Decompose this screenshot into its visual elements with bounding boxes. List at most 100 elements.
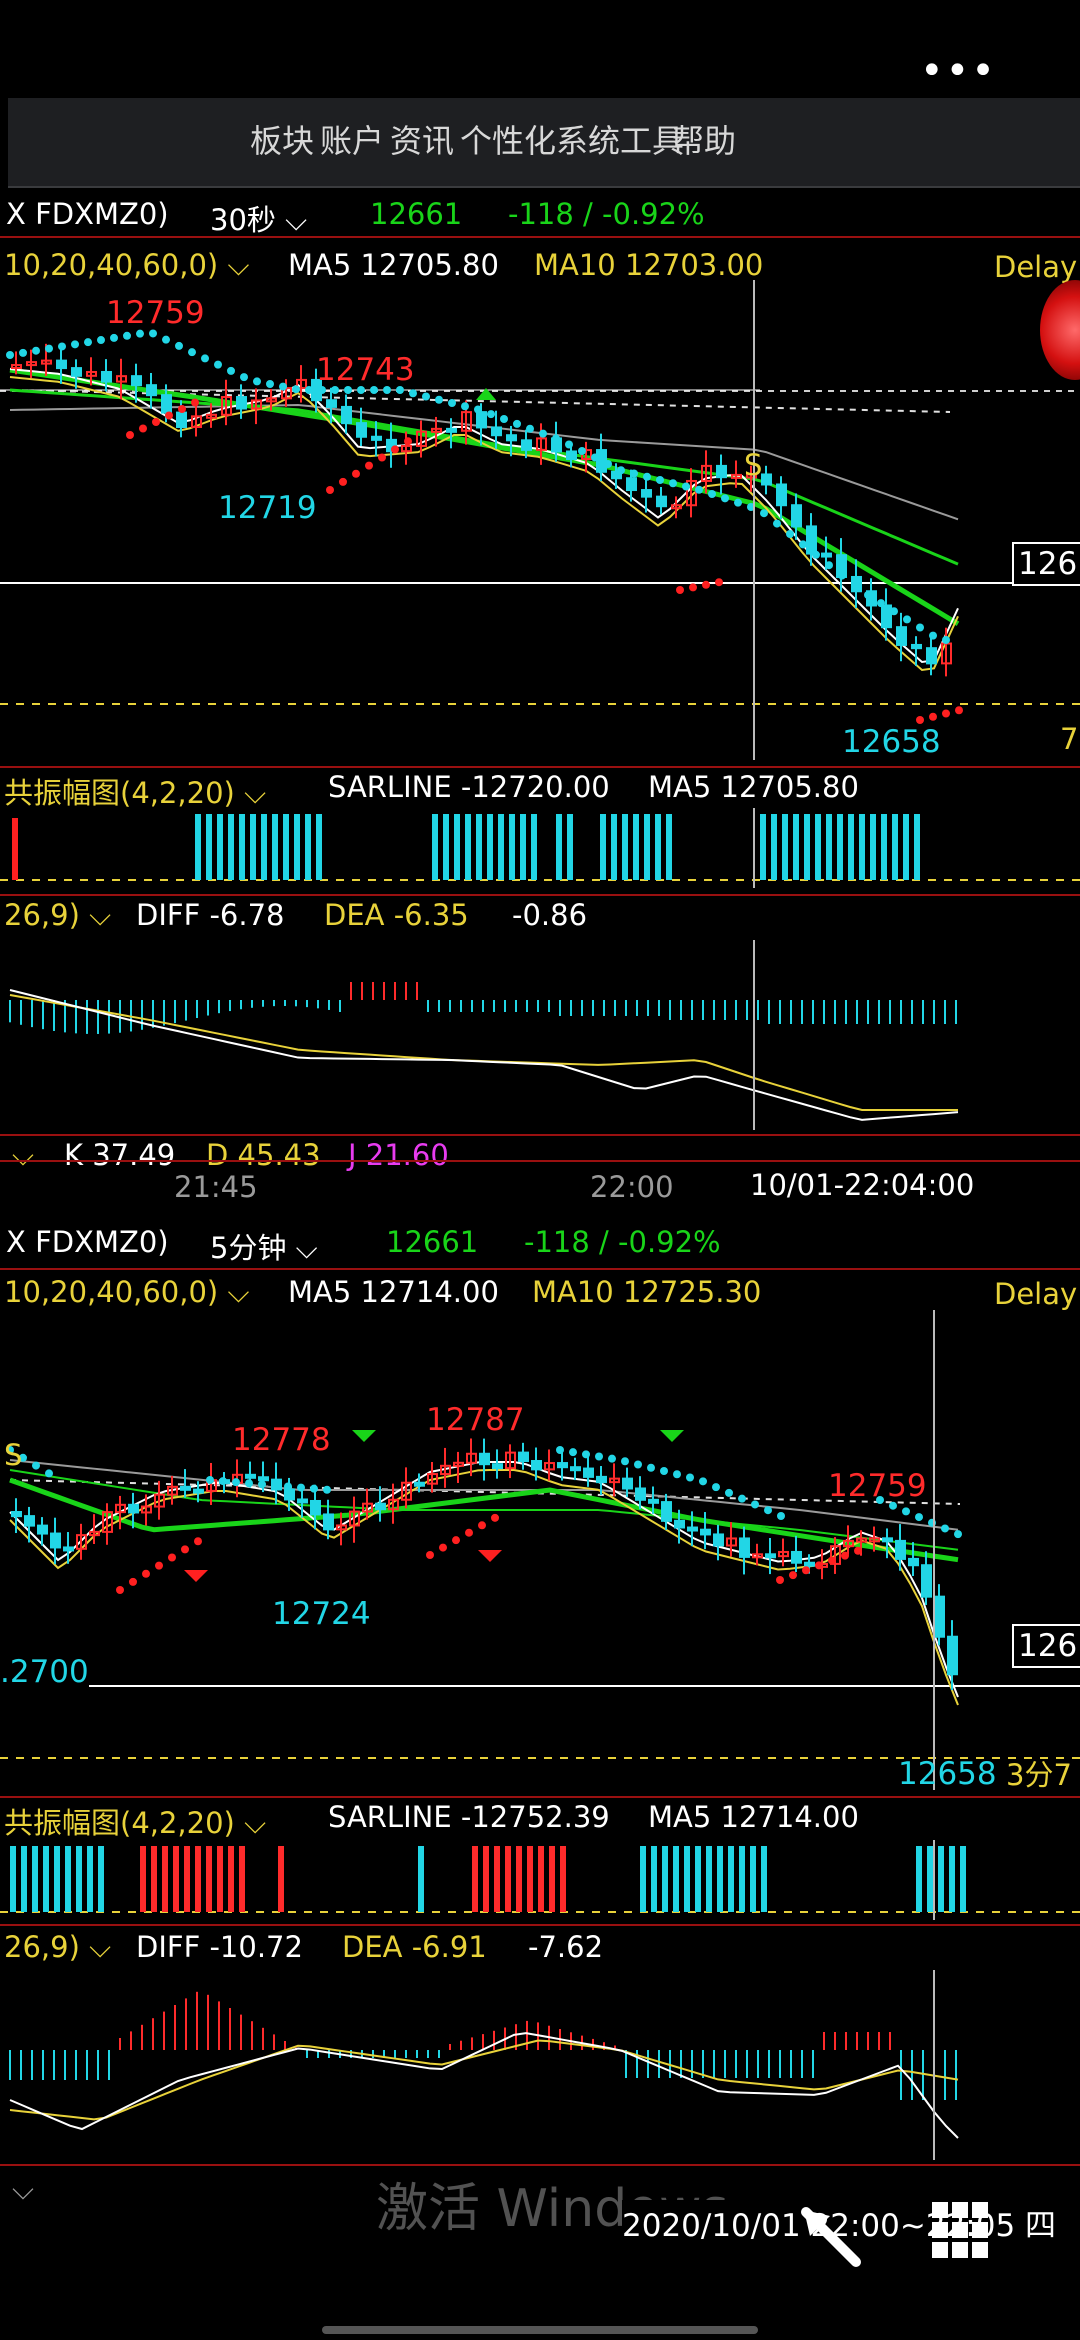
- candle: [24, 1515, 35, 1527]
- candlestick-chart-5m[interactable]: [0, 1310, 1080, 1790]
- sar-dot: [500, 415, 508, 423]
- candle: [622, 1477, 633, 1490]
- indicator-selector[interactable]: 共振幅图(4,2,20) ⌵: [4, 770, 266, 812]
- top-menu-bar: 板块 账户 资讯 个性化 系统工具 帮助: [8, 98, 1080, 188]
- sar-dot: [877, 599, 885, 608]
- candle: [716, 464, 727, 479]
- price-axis-label: 126: [1012, 1624, 1080, 1668]
- ma-params[interactable]: 10,20,40,60,0) ⌵: [4, 1275, 249, 1310]
- sar-dot: [526, 424, 534, 433]
- kdj-d-value: D 45.43: [206, 1138, 321, 1172]
- menu-item-account[interactable]: 账户: [320, 116, 384, 162]
- resonance-bar: [498, 814, 504, 880]
- sar-dot: [915, 1513, 923, 1522]
- contract-code[interactable]: X FDXMZ0): [6, 197, 169, 231]
- resonance-bar: [881, 814, 887, 880]
- sar-dot: [725, 1488, 733, 1497]
- menu-item-sectors[interactable]: 板块: [250, 116, 314, 162]
- grid-menu-icon[interactable]: [930, 2200, 990, 2264]
- menu-item-news[interactable]: 资讯: [390, 116, 454, 162]
- menu-item-personalize[interactable]: 个性化: [460, 116, 556, 162]
- chevron-down-icon[interactable]: ⌵: [12, 2172, 34, 2207]
- separator-line: [0, 766, 1080, 768]
- resonance-bar: [43, 1846, 49, 1912]
- macd-selector[interactable]: 26,9) ⌵: [4, 898, 111, 933]
- indicator-name: 共振幅图(4,2,20): [4, 776, 235, 810]
- candle: [908, 1557, 919, 1567]
- price-change: -118 / -0.92%: [524, 1225, 721, 1259]
- sar-dot: [266, 380, 274, 388]
- resonance-bar: [655, 814, 661, 880]
- sar-dot: [591, 453, 599, 462]
- low-label: 12724: [272, 1596, 371, 1632]
- sar-dot: [206, 1476, 214, 1484]
- chevron-down-icon[interactable]: ⌵: [12, 1138, 34, 1173]
- home-indicator[interactable]: [322, 2326, 758, 2334]
- candle: [776, 483, 787, 507]
- resonance-bar: [892, 814, 898, 880]
- resonance-bar: [560, 1846, 566, 1912]
- candlestick-chart-30s[interactable]: [0, 270, 1080, 760]
- sar-dot: [168, 1553, 176, 1562]
- kdj-j-value: J 21.60: [348, 1138, 449, 1172]
- resonance-bar: [87, 1846, 93, 1912]
- resonance-bar: [283, 814, 289, 880]
- sar-dot: [142, 1569, 150, 1578]
- sar-dot: [32, 346, 40, 355]
- crosshair-time-label: 10/01-22:04:00: [750, 1168, 975, 1202]
- chevron-down-icon: ⌵: [79, 898, 112, 932]
- candle: [881, 604, 892, 629]
- sar-dot: [152, 418, 160, 426]
- menu-item-help[interactable]: 帮助: [672, 116, 736, 162]
- candle: [761, 473, 772, 486]
- down-arrow-icon: [352, 1430, 376, 1442]
- sar-dot: [326, 486, 334, 494]
- candle: [596, 449, 607, 473]
- sar-dot: [815, 1561, 823, 1570]
- period-selector[interactable]: 5分钟 ⌵: [210, 1225, 318, 1267]
- period-label: 5分钟: [210, 1231, 287, 1265]
- candle: [806, 525, 817, 555]
- resonance-bar: [760, 814, 766, 880]
- contract-code[interactable]: X FDXMZ0): [6, 1225, 169, 1259]
- sar-dot: [864, 591, 872, 599]
- indicator-selector[interactable]: 共振幅图(4,2,20) ⌵: [4, 1800, 266, 1842]
- resonance-bar: [316, 814, 322, 880]
- macd-selector[interactable]: 26,9) ⌵: [4, 1930, 111, 1965]
- sar-dot: [123, 331, 131, 340]
- candle: [50, 1532, 61, 1549]
- sar-dot: [465, 1528, 473, 1537]
- sar-dot: [84, 338, 92, 347]
- left-level-label: .2700: [0, 1654, 89, 1690]
- last-price: 12661: [370, 197, 463, 231]
- resonance-bar: [804, 814, 810, 880]
- candle: [921, 1564, 932, 1598]
- candle: [326, 399, 337, 408]
- resonance-bar: [848, 814, 854, 880]
- sar-dot: [643, 472, 651, 481]
- resonance-bar: [622, 814, 628, 880]
- sar-dot: [712, 1483, 720, 1492]
- separator-line: [0, 1268, 1080, 1270]
- macd-chart: [9, 1970, 959, 2160]
- sar-dot: [929, 712, 937, 721]
- resonance-bar: [278, 1846, 284, 1912]
- candle: [596, 1475, 607, 1484]
- resonance-bar: [454, 814, 460, 880]
- sar-dot: [45, 1469, 53, 1478]
- sar-dot: [352, 469, 360, 478]
- sar-dot: [45, 344, 53, 353]
- down-arrow-icon: [660, 1430, 684, 1442]
- ma10-value: MA10 12725.30: [532, 1275, 762, 1309]
- candle: [63, 1546, 74, 1552]
- sar-dot: [474, 405, 482, 414]
- sar-dot: [734, 498, 742, 507]
- indicator-name: 共振幅图(4,2,20): [4, 1806, 235, 1840]
- sar-dot: [178, 405, 186, 413]
- period-selector[interactable]: 30秒 ⌵: [210, 197, 307, 239]
- candle: [236, 396, 247, 410]
- time-axis-label: 22:00: [590, 1170, 674, 1204]
- menu-item-system-tools[interactable]: 系统工具: [556, 116, 684, 162]
- separator-line: [0, 1134, 1080, 1136]
- more-options-icon[interactable]: •••: [920, 48, 997, 94]
